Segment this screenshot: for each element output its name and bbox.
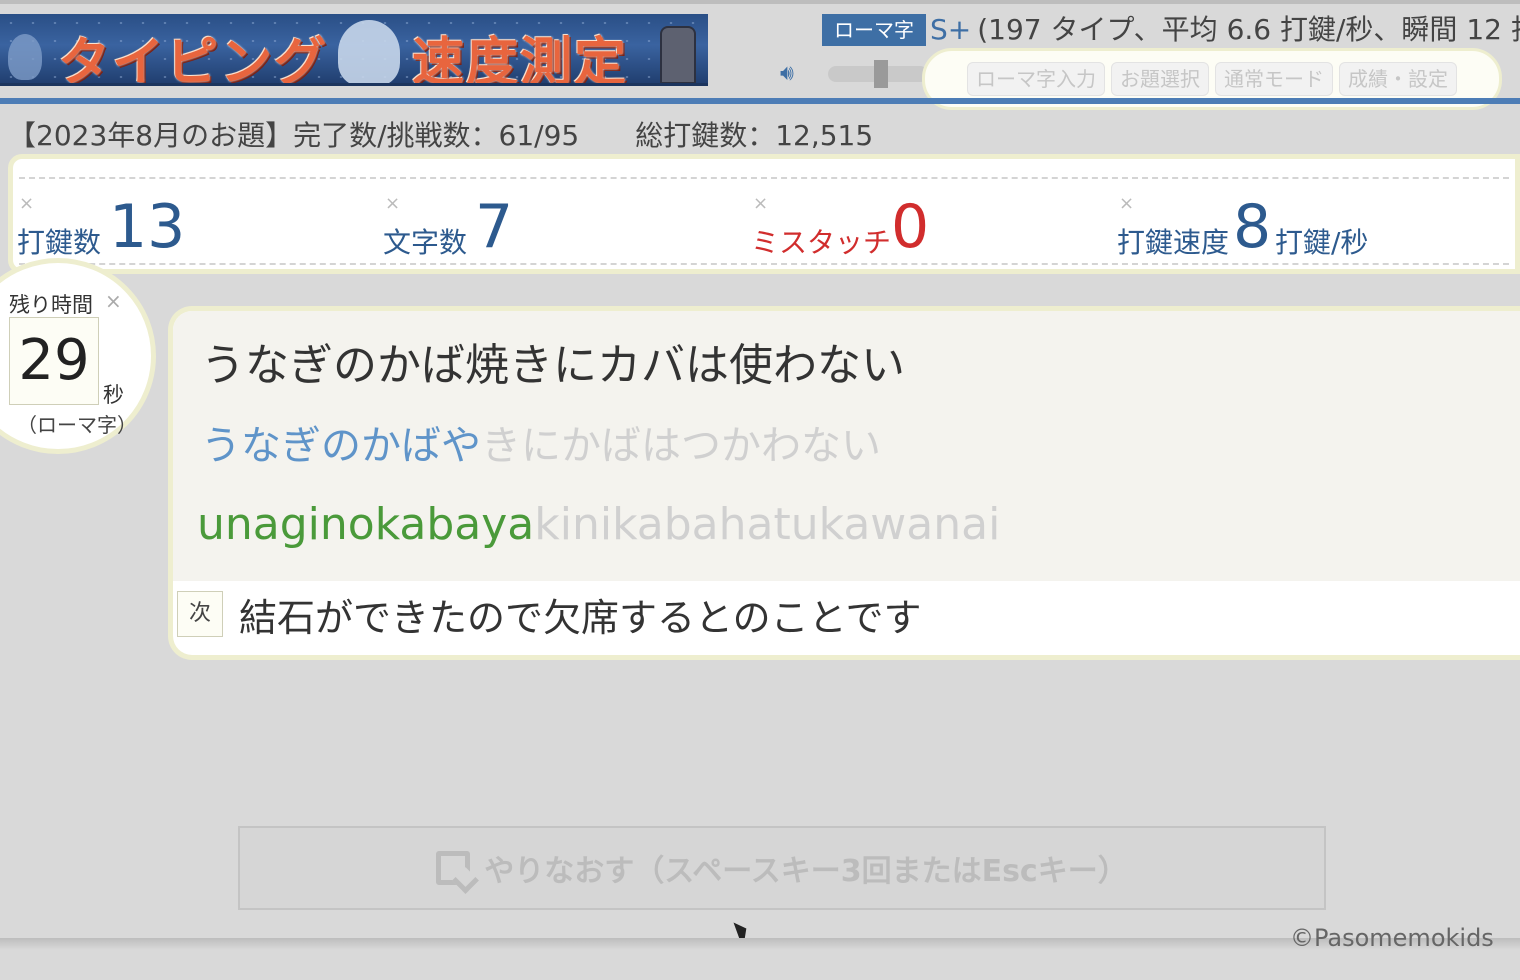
gravestone-icon [660, 26, 696, 83]
menu-results-settings[interactable]: 成績・設定 [1339, 62, 1457, 96]
close-icon[interactable]: × [753, 193, 768, 214]
stats-dashed-rule-bottom [19, 263, 1509, 265]
stat-misstouch-value: 0 [891, 192, 930, 262]
banner-title-left: タイピング [58, 33, 329, 86]
total-keystrokes: 総打鍵数：12,515 [635, 119, 874, 152]
stat-speed-label: 打鍵速度 [1117, 226, 1230, 259]
close-icon[interactable]: × [105, 289, 122, 313]
stat-keystrokes-value: 13 [109, 192, 186, 262]
remaining-time-circle: 残り時間 × 29 秒 （ローマ字） [0, 258, 156, 454]
retry-label: やりなおす（スペースキー3回またはEscキー） [484, 854, 1128, 889]
ghost-mascot-icon [338, 20, 400, 83]
retry-button[interactable]: やりなおす（スペースキー3回またはEscキー） [238, 826, 1326, 910]
menu-normal-mode[interactable]: 通常モード [1215, 62, 1333, 96]
stat-misstouch-label: ミスタッチ [751, 226, 892, 259]
typing-panel[interactable]: うなぎのかば焼きにカバは使わない うなぎのかばやきにかばはつかわない unagi… [168, 306, 1520, 660]
copyright: ©Pasomemokids [1290, 924, 1494, 952]
stats-bar: × 打鍵数 13 × 文字数 7 × ミスタッチ 0 × 打鍵速度 8 打鍵/秒 [8, 154, 1520, 274]
rank-detail: (197 タイプ、平均 6.6 打鍵/秒、瞬間 12 打鍵 [977, 13, 1520, 46]
kana-remaining: きにかばはつかわない [481, 423, 881, 469]
speaker-icon[interactable]: 🔊︎ [780, 62, 812, 86]
header-divider [0, 98, 1520, 104]
volume-slider-handle[interactable] [874, 60, 888, 88]
stat-speed-value: 8 [1233, 192, 1272, 262]
romaji-reading: unaginokabayakinikabahatukawanai [197, 499, 1000, 550]
rank-grade: S+ [930, 13, 972, 46]
stat-characters-label: 文字数 [383, 226, 468, 259]
stat-misstouch: × ミスタッチ 0 [751, 192, 971, 262]
challenge-info: 【2023年8月のお題】完了数/挑戦数：61/95 総打鍵数：12,515 [8, 116, 873, 156]
stat-characters-value: 7 [475, 192, 514, 262]
input-mode-badge: ローマ字 [822, 14, 926, 46]
timer-value: 29 [9, 317, 99, 405]
stat-keystrokes: × 打鍵数 13 [17, 192, 217, 262]
rank-summary: S+ (197 タイプ、平均 6.6 打鍵/秒、瞬間 12 打鍵 [930, 10, 1520, 50]
romaji-remaining: kinikabahatukawanai [534, 499, 1001, 550]
kana-typed: うなぎのかばや [201, 423, 481, 469]
kana-reading: うなぎのかばやきにかばはつかわない [201, 413, 881, 471]
ghost-icon [8, 34, 42, 80]
top-border [0, 0, 1520, 4]
close-icon[interactable]: × [1119, 193, 1134, 214]
stat-keystrokes-label: 打鍵数 [17, 226, 102, 259]
menu-romaji-input[interactable]: ローマ字入力 [967, 62, 1105, 96]
menu-topic-select[interactable]: お題選択 [1111, 62, 1209, 96]
timer-unit: 秒 [103, 383, 124, 407]
banner-title-right: 速度測定 [412, 33, 629, 86]
stat-speed: × 打鍵速度 8 打鍵/秒 [1117, 192, 1417, 262]
stats-dashed-rule [19, 177, 1509, 179]
next-label: 次 [177, 591, 223, 637]
current-sentence: うなぎのかば焼きにカバは使わない [201, 340, 905, 391]
close-icon[interactable]: × [385, 193, 400, 214]
site-banner-logo[interactable]: タイピング 速度測定 [0, 14, 708, 86]
close-icon[interactable]: × [19, 193, 34, 214]
next-sentence: 結石ができたので欠席するとのことです [239, 596, 922, 640]
romaji-typed: unaginokabaya [197, 499, 535, 550]
timer-mode: （ローマ字） [17, 413, 137, 437]
timer-label: 残り時間 [9, 293, 93, 317]
stat-speed-unit: 打鍵/秒 [1275, 226, 1369, 259]
stat-characters: × 文字数 7 [383, 192, 583, 262]
challenge-progress: 【2023年8月のお題】完了数/挑戦数：61/95 [8, 119, 580, 152]
retry-icon [436, 851, 471, 885]
